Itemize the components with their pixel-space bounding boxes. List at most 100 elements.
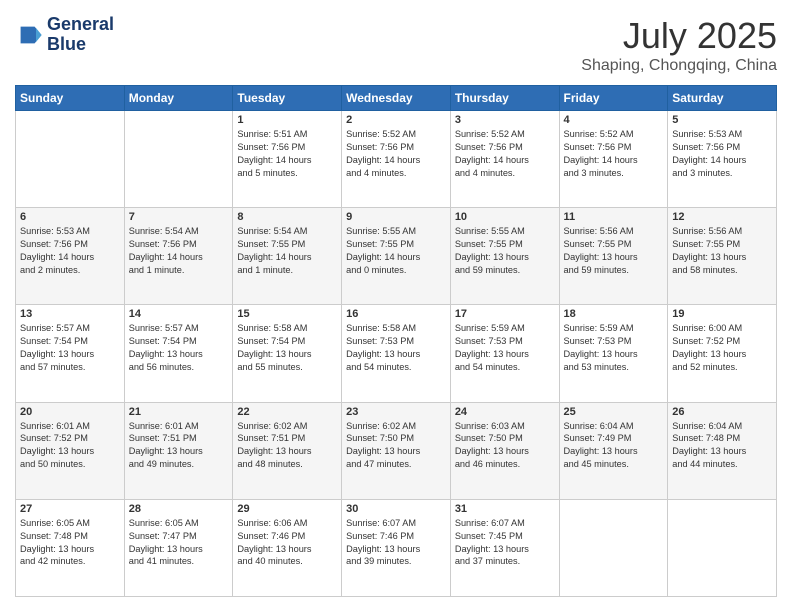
weekday-header: Wednesday <box>342 86 451 111</box>
day-info: Sunrise: 6:05 AM Sunset: 7:47 PM Dayligh… <box>129 517 229 569</box>
calendar-cell: 31Sunrise: 6:07 AM Sunset: 7:45 PM Dayli… <box>450 499 559 596</box>
weekday-header: Monday <box>124 86 233 111</box>
day-number: 17 <box>455 308 555 320</box>
calendar-week-row: 1 Sunrise: 5:51 AM Sunset: 7:56 PM Daylig… <box>16 111 777 208</box>
weekday-header: Saturday <box>668 86 777 111</box>
month-title: July 2025 <box>581 15 777 57</box>
calendar-cell: 4 Sunrise: 5:52 AM Sunset: 7:56 PM Daylig… <box>559 111 668 208</box>
day-info: Sunrise: 5:57 AM Sunset: 7:54 PM Dayligh… <box>20 322 120 374</box>
day-number: 22 <box>237 406 337 418</box>
day-info: Sunrise: 5:58 AM Sunset: 7:54 PM Dayligh… <box>237 322 337 374</box>
weekday-header: Friday <box>559 86 668 111</box>
header: General Blue July 2025 Shaping, Chongqin… <box>15 15 777 75</box>
calendar-cell: 12 Sunrise: 5:56 AM Sunset: 7:55 PM Dayli… <box>668 208 777 305</box>
calendar-cell: 19 Sunrise: 6:00 AM Sunset: 7:52 PM Dayli… <box>668 305 777 402</box>
calendar-cell: 6 Sunrise: 5:53 AM Sunset: 7:56 PM Daylig… <box>16 208 125 305</box>
day-info: Sunrise: 6:01 AM Sunset: 7:52 PM Dayligh… <box>20 420 120 472</box>
day-number: 13 <box>20 308 120 320</box>
calendar-cell: 11 Sunrise: 5:56 AM Sunset: 7:55 PM Dayli… <box>559 208 668 305</box>
calendar-cell: 25Sunrise: 6:04 AM Sunset: 7:49 PM Dayli… <box>559 402 668 499</box>
day-info: Sunrise: 6:04 AM Sunset: 7:48 PM Dayligh… <box>672 420 772 472</box>
day-info: Sunrise: 6:05 AM Sunset: 7:48 PM Dayligh… <box>20 517 120 569</box>
day-info: Sunrise: 5:52 AM Sunset: 7:56 PM Dayligh… <box>346 128 446 180</box>
day-number: 27 <box>20 503 120 515</box>
calendar-cell: 13 Sunrise: 5:57 AM Sunset: 7:54 PM Dayli… <box>16 305 125 402</box>
calendar-cell: 18 Sunrise: 5:59 AM Sunset: 7:53 PM Dayli… <box>559 305 668 402</box>
day-number: 20 <box>20 406 120 418</box>
day-number: 1 <box>237 114 337 126</box>
day-info: Sunrise: 6:07 AM Sunset: 7:46 PM Dayligh… <box>346 517 446 569</box>
day-number: 29 <box>237 503 337 515</box>
day-info: Sunrise: 5:53 AM Sunset: 7:56 PM Dayligh… <box>672 128 772 180</box>
page: General Blue July 2025 Shaping, Chongqin… <box>0 0 792 612</box>
day-number: 3 <box>455 114 555 126</box>
day-number: 2 <box>346 114 446 126</box>
calendar-week-row: 20 Sunrise: 6:01 AM Sunset: 7:52 PM Dayli… <box>16 402 777 499</box>
day-info: Sunrise: 6:00 AM Sunset: 7:52 PM Dayligh… <box>672 322 772 374</box>
title-block: July 2025 Shaping, Chongqing, China <box>581 15 777 75</box>
calendar-cell: 1 Sunrise: 5:51 AM Sunset: 7:56 PM Daylig… <box>233 111 342 208</box>
day-number: 5 <box>672 114 772 126</box>
weekday-header: Tuesday <box>233 86 342 111</box>
day-info: Sunrise: 5:55 AM Sunset: 7:55 PM Dayligh… <box>346 225 446 277</box>
calendar-cell: 29 Sunrise: 6:06 AM Sunset: 7:46 PM Dayli… <box>233 499 342 596</box>
day-number: 21 <box>129 406 229 418</box>
calendar-cell: 17 Sunrise: 5:59 AM Sunset: 7:53 PM Dayli… <box>450 305 559 402</box>
calendar-cell: 15 Sunrise: 5:58 AM Sunset: 7:54 PM Dayli… <box>233 305 342 402</box>
calendar-cell: 9 Sunrise: 5:55 AM Sunset: 7:55 PM Daylig… <box>342 208 451 305</box>
calendar-cell: 20 Sunrise: 6:01 AM Sunset: 7:52 PM Dayli… <box>16 402 125 499</box>
calendar-cell: 10Sunrise: 5:55 AM Sunset: 7:55 PM Dayli… <box>450 208 559 305</box>
day-number: 16 <box>346 308 446 320</box>
calendar-week-row: 6 Sunrise: 5:53 AM Sunset: 7:56 PM Daylig… <box>16 208 777 305</box>
day-info: Sunrise: 5:56 AM Sunset: 7:55 PM Dayligh… <box>564 225 664 277</box>
day-info: Sunrise: 5:54 AM Sunset: 7:56 PM Dayligh… <box>129 225 229 277</box>
day-info: Sunrise: 5:57 AM Sunset: 7:54 PM Dayligh… <box>129 322 229 374</box>
calendar-week-row: 13 Sunrise: 5:57 AM Sunset: 7:54 PM Dayli… <box>16 305 777 402</box>
day-info: Sunrise: 6:02 AM Sunset: 7:50 PM Dayligh… <box>346 420 446 472</box>
day-number: 30 <box>346 503 446 515</box>
logo: General Blue <box>15 15 114 55</box>
day-number: 9 <box>346 211 446 223</box>
day-info: Sunrise: 5:51 AM Sunset: 7:56 PM Dayligh… <box>237 128 337 180</box>
calendar-cell: 16 Sunrise: 5:58 AM Sunset: 7:53 PM Dayli… <box>342 305 451 402</box>
day-info: Sunrise: 5:56 AM Sunset: 7:55 PM Dayligh… <box>672 225 772 277</box>
day-info: Sunrise: 5:52 AM Sunset: 7:56 PM Dayligh… <box>564 128 664 180</box>
calendar-cell: 26 Sunrise: 6:04 AM Sunset: 7:48 PM Dayli… <box>668 402 777 499</box>
calendar-cell <box>16 111 125 208</box>
day-number: 19 <box>672 308 772 320</box>
calendar-cell <box>559 499 668 596</box>
calendar-cell: 5 Sunrise: 5:53 AM Sunset: 7:56 PM Daylig… <box>668 111 777 208</box>
calendar-cell: 8Sunrise: 5:54 AM Sunset: 7:55 PM Daylig… <box>233 208 342 305</box>
calendar-cell: 30 Sunrise: 6:07 AM Sunset: 7:46 PM Dayli… <box>342 499 451 596</box>
weekday-header: Thursday <box>450 86 559 111</box>
day-number: 18 <box>564 308 664 320</box>
calendar-cell <box>668 499 777 596</box>
calendar-week-row: 27 Sunrise: 6:05 AM Sunset: 7:48 PM Dayli… <box>16 499 777 596</box>
calendar-cell: 22 Sunrise: 6:02 AM Sunset: 7:51 PM Dayli… <box>233 402 342 499</box>
day-number: 12 <box>672 211 772 223</box>
day-info: Sunrise: 5:58 AM Sunset: 7:53 PM Dayligh… <box>346 322 446 374</box>
day-info: Sunrise: 6:01 AM Sunset: 7:51 PM Dayligh… <box>129 420 229 472</box>
day-number: 26 <box>672 406 772 418</box>
day-info: Sunrise: 6:03 AM Sunset: 7:50 PM Dayligh… <box>455 420 555 472</box>
day-info: Sunrise: 5:53 AM Sunset: 7:56 PM Dayligh… <box>20 225 120 277</box>
day-info: Sunrise: 5:52 AM Sunset: 7:56 PM Dayligh… <box>455 128 555 180</box>
calendar-table: SundayMondayTuesdayWednesdayThursdayFrid… <box>15 85 777 597</box>
day-number: 14 <box>129 308 229 320</box>
day-info: Sunrise: 5:59 AM Sunset: 7:53 PM Dayligh… <box>564 322 664 374</box>
day-number: 6 <box>20 211 120 223</box>
day-info: Sunrise: 6:02 AM Sunset: 7:51 PM Dayligh… <box>237 420 337 472</box>
calendar-cell: 7 Sunrise: 5:54 AM Sunset: 7:56 PM Daylig… <box>124 208 233 305</box>
calendar-cell: 28Sunrise: 6:05 AM Sunset: 7:47 PM Dayli… <box>124 499 233 596</box>
day-number: 10 <box>455 211 555 223</box>
day-info: Sunrise: 5:59 AM Sunset: 7:53 PM Dayligh… <box>455 322 555 374</box>
day-number: 4 <box>564 114 664 126</box>
day-number: 15 <box>237 308 337 320</box>
day-number: 7 <box>129 211 229 223</box>
day-info: Sunrise: 6:06 AM Sunset: 7:46 PM Dayligh… <box>237 517 337 569</box>
weekday-header: Sunday <box>16 86 125 111</box>
day-number: 23 <box>346 406 446 418</box>
day-number: 31 <box>455 503 555 515</box>
day-number: 11 <box>564 211 664 223</box>
location-title: Shaping, Chongqing, China <box>581 57 777 75</box>
